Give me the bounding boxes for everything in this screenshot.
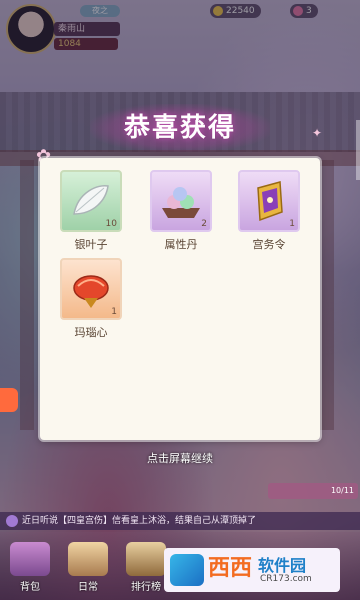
nav-backpack-button[interactable]: 背包 (8, 542, 52, 598)
sparkle-icon: ✦ (312, 126, 323, 140)
item-name: 属性丹 (164, 238, 198, 251)
nav-label: 排行榜 (131, 582, 161, 593)
item-count: 1 (111, 307, 117, 317)
item-count: 1 (289, 219, 295, 229)
backpack-icon (10, 542, 50, 576)
mission-tracker[interactable]: 10/11 (268, 483, 358, 499)
watermark-brand: 西西 (208, 556, 253, 581)
item-name: 银叶子 (74, 238, 108, 251)
reward-item[interactable]: 10 银叶子 (60, 170, 122, 252)
item-name: 玛瑙心 (74, 326, 108, 339)
megaphone-icon (6, 515, 18, 527)
reward-title: 恭喜获得 (123, 113, 236, 143)
reward-item[interactable]: 1 玛瑙心 (60, 258, 122, 340)
news-ticker[interactable]: 近日听说【四皇宫伤】信看皇上沐浴，结果自己从潭顶掉了 (0, 512, 360, 530)
ranking-board-icon (126, 542, 166, 576)
tap-to-continue-hint[interactable]: 点击屏幕继续 (0, 450, 360, 466)
item-count: 2 (201, 219, 207, 229)
reward-panel: 10 银叶子 2 属性丹 1 宫务令 1 玛瑙心 (40, 158, 320, 440)
watermark-url: CR173.com (260, 574, 312, 584)
side-scroll-indicator (356, 120, 360, 180)
item-slot: 1 (238, 170, 300, 232)
item-slot: 2 (150, 170, 212, 232)
watermark-mark-icon (170, 554, 204, 586)
nav-label: 背包 (20, 582, 40, 593)
nav-daily-button[interactable]: 日常 (66, 542, 110, 598)
item-slot: 1 (60, 258, 122, 320)
scroll-icon (68, 542, 108, 576)
item-name: 宫务令 (252, 238, 286, 251)
watermark-name: 软件园 (258, 556, 307, 575)
nav-label: 日常 (78, 582, 98, 593)
reward-title-banner: 恭喜获得 (90, 104, 270, 152)
nav-ranking-button[interactable]: 排行榜 (124, 542, 168, 598)
reward-item[interactable]: 2 属性丹 (150, 170, 212, 252)
mission-count: 10/11 (330, 486, 354, 495)
news-text: 近日听说【四皇宫伤】信看皇上沐浴，结果自己从潭顶掉了 (22, 516, 257, 526)
item-count: 10 (105, 219, 117, 229)
reward-item[interactable]: 1 宫务令 (238, 170, 300, 252)
item-slot: 10 (60, 170, 122, 232)
watermark-logo: 西西 软件园 CR173.com (164, 548, 340, 592)
left-event-badge[interactable] (0, 388, 18, 412)
